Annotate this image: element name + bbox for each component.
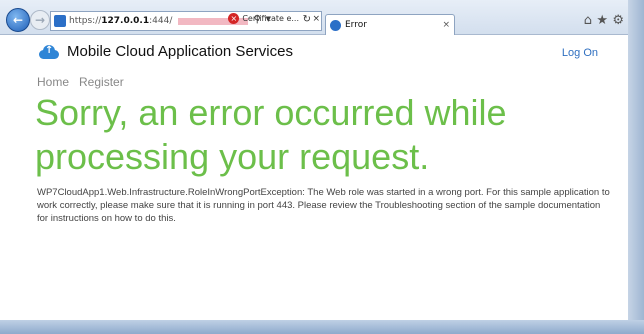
page-content: ↑ Mobile Cloud Application Services Log … xyxy=(0,35,628,320)
certificate-error-button[interactable]: × Certificate e... xyxy=(228,13,299,24)
forward-button[interactable]: → xyxy=(30,10,50,30)
certificate-error-icon: × xyxy=(228,13,240,24)
url-port-path: :444/ xyxy=(149,16,173,26)
tab-error[interactable]: Error × xyxy=(325,14,455,35)
refresh-icon[interactable]: ↻ xyxy=(303,14,311,25)
star-icon[interactable]: ★ xyxy=(596,13,608,28)
url-prefix: https:// xyxy=(69,16,102,26)
site-title: Mobile Cloud Application Services xyxy=(67,43,293,60)
browser-window: ← → https:// 127.0.0.1 :444/ ⚲ ▼ × Certi… xyxy=(0,0,644,334)
tab-page-icon xyxy=(330,19,341,31)
tab-label: Error xyxy=(345,20,367,30)
address-bar[interactable]: https:// 127.0.0.1 :444/ ⚲ ▼ × Certifica… xyxy=(50,11,322,31)
window-border xyxy=(0,320,644,334)
back-button[interactable]: ← xyxy=(6,8,30,32)
log-on-link[interactable]: Log On xyxy=(562,47,598,59)
gear-icon[interactable]: ⚙ xyxy=(612,13,624,28)
cloud-upload-icon: ↑ xyxy=(37,44,61,60)
home-icon[interactable]: ⌂ xyxy=(584,13,592,28)
site-brand[interactable]: ↑ Mobile Cloud Application Services xyxy=(37,43,293,60)
stop-icon[interactable]: × xyxy=(312,14,320,24)
url-host: 127.0.0.1 xyxy=(101,16,150,26)
error-title: Sorry, an error occurred while processin… xyxy=(35,92,507,177)
browser-chrome: ← → https:// 127.0.0.1 :444/ ⚲ ▼ × Certi… xyxy=(0,0,628,35)
menu-item-home[interactable]: Home xyxy=(37,75,69,89)
window-border xyxy=(628,0,644,334)
menu-item-register[interactable]: Register xyxy=(79,75,124,89)
main-menu: Home Register xyxy=(37,75,124,89)
close-icon[interactable]: × xyxy=(442,20,450,30)
page-icon xyxy=(54,15,66,27)
certificate-error-label: Certificate e... xyxy=(242,14,299,23)
error-detail: WP7CloudApp1.Web.Infrastructure.RoleInWr… xyxy=(37,187,610,224)
